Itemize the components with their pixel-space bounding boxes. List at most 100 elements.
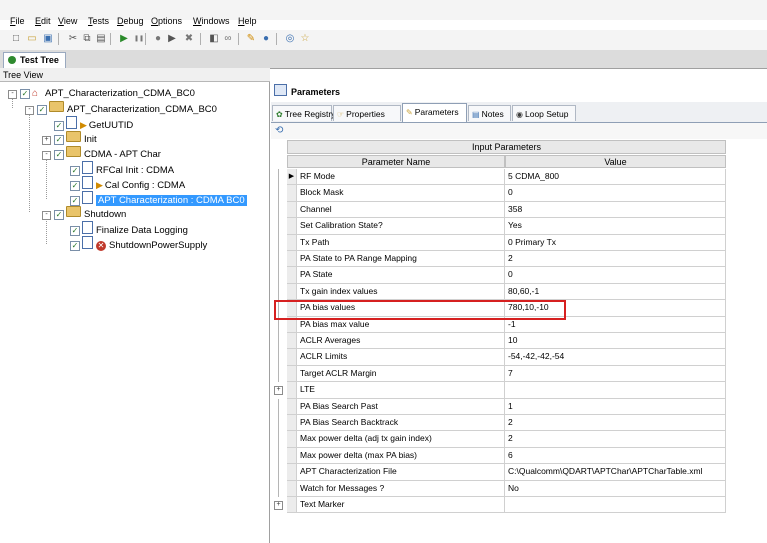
menu-view[interactable]: View (58, 16, 77, 26)
menu-windows[interactable]: Windows (193, 16, 230, 26)
value-cell[interactable]: 6 (505, 447, 726, 465)
tree-checkbox[interactable]: ✓ (37, 105, 47, 115)
menu-options[interactable]: Options (151, 16, 182, 26)
record-icon[interactable]: ● (152, 33, 164, 45)
tree-node[interactable]: - ✓ Shutdown (42, 206, 126, 220)
collapse-icon[interactable]: - (42, 151, 51, 160)
table-row[interactable]: Watch for Messages ? No (271, 480, 726, 497)
about-icon[interactable]: ◎ (284, 33, 296, 45)
value-cell[interactable]: No (505, 480, 726, 497)
expand-icon[interactable]: + (274, 386, 283, 396)
tree-node[interactable]: - ✓ APT_Characterization_CDMA_BC0 (25, 101, 217, 115)
tree-checkbox[interactable]: ✓ (54, 135, 64, 145)
value-cell[interactable]: 2 (505, 415, 726, 432)
link-icon[interactable]: ∞ (222, 33, 234, 45)
tree-checkbox[interactable]: ✓ (20, 89, 30, 99)
collapse-icon[interactable]: - (42, 211, 51, 220)
tree-checkbox[interactable]: ✓ (70, 166, 80, 176)
value-cell[interactable]: 5 CDMA_800 (505, 169, 726, 186)
table-row[interactable]: PA State 0 (271, 267, 726, 284)
tree-checkbox[interactable]: ✓ (70, 226, 80, 236)
cut-icon[interactable]: ✂ (67, 33, 79, 45)
table-row[interactable]: Set Calibration State? Yes (271, 218, 726, 235)
tree-node[interactable]: ✓ Finalize Data Logging (58, 221, 188, 236)
table-row[interactable]: ▶ RF Mode 5 CDMA_800 (271, 169, 726, 186)
value-cell[interactable]: 2 (505, 251, 726, 268)
stop-icon[interactable]: ✖ (183, 33, 195, 45)
table-row[interactable]: Max power delta (max PA bias) 6 (271, 447, 726, 465)
tree-checkbox[interactable]: ✓ (70, 196, 80, 206)
value-cell[interactable]: 358 (505, 201, 726, 219)
tab-parameters[interactable]: ✎ Parameters (402, 103, 467, 122)
step-icon[interactable]: ▶ (166, 33, 178, 45)
tree-node[interactable]: ✓ RFCal Init : CDMA (58, 161, 174, 176)
tree-checkbox[interactable]: ✓ (54, 121, 64, 131)
table-row[interactable]: PA Bias Search Backtrack 2 (271, 415, 726, 432)
tab-test-tree[interactable]: Test Tree (3, 52, 66, 68)
tree-node[interactable]: ✓ ▶ GetUUTID (42, 116, 133, 131)
tab-properties[interactable]: ☞ Properties (333, 105, 401, 121)
menu-file[interactable]: File (10, 16, 25, 26)
tree-checkbox[interactable]: ✓ (70, 241, 80, 251)
table-row[interactable]: ACLR Limits -54,-42,-42,-54 (271, 349, 726, 366)
table-row[interactable]: Tx gain index values 80,60,-1 (271, 283, 726, 301)
menu-tests[interactable]: Tests (88, 16, 109, 26)
table-row[interactable]: + Text Marker (271, 497, 726, 514)
value-cell[interactable]: C:\Qualcomm\QDART\APTChar\APTCharTable.x… (505, 464, 726, 481)
table-row[interactable]: APT Characterization File C:\Qualcomm\QDA… (271, 464, 726, 481)
menu-help[interactable]: Help (238, 16, 257, 26)
save-icon[interactable]: ▣ (42, 33, 54, 45)
value-cell[interactable]: 7 (505, 365, 726, 383)
tree-node[interactable]: ✓ ✕ ShutdownPowerSupply (58, 236, 207, 251)
menu-edit[interactable]: Edit (35, 16, 51, 26)
tree-node[interactable]: ✓ ▶ Cal Config : CDMA (58, 176, 185, 191)
tab-loop-setup[interactable]: ◉ Loop Setup (512, 105, 576, 121)
value-cell[interactable]: 0 (505, 185, 726, 202)
build-icon[interactable]: ✎ (245, 33, 257, 45)
copy-icon[interactable]: ⧉ (81, 33, 93, 45)
table-row[interactable]: Target ACLR Margin 7 (271, 365, 726, 383)
properties-icon[interactable]: ◧ (208, 33, 220, 45)
value-cell[interactable] (505, 497, 726, 514)
value-cell[interactable]: 0 (505, 267, 726, 284)
tree-checkbox[interactable]: ✓ (70, 181, 80, 191)
tree-checkbox[interactable]: ✓ (54, 150, 64, 160)
table-row[interactable]: Max power delta (adj tx gain index) 2 (271, 431, 726, 448)
value-cell[interactable]: 2 (505, 431, 726, 448)
table-row[interactable]: + LTE (271, 382, 726, 399)
table-row[interactable]: Block Mask 0 (271, 185, 726, 202)
tree-node[interactable]: - ✓ CDMA - APT Char (42, 146, 161, 160)
table-row[interactable]: PA State to PA Range Mapping 2 (271, 251, 726, 268)
open-icon[interactable]: ▭ (26, 33, 38, 45)
table-row[interactable]: ACLR Averages 10 (271, 333, 726, 350)
tab-notes[interactable]: ▤ Notes (468, 105, 511, 121)
value-cell[interactable]: 1 (505, 398, 726, 415)
help-icon[interactable]: ● (260, 33, 272, 45)
expand-icon[interactable]: + (42, 136, 51, 145)
paste-icon[interactable]: ▤ (95, 33, 107, 45)
column-header-parameter-name[interactable]: Parameter Name (287, 155, 505, 168)
options-icon[interactable]: ☆ (299, 33, 311, 45)
table-row[interactable]: Tx Path 0 Primary Tx (271, 234, 726, 251)
value-cell[interactable]: -54,-42,-42,-54 (505, 349, 726, 366)
tab-tree-registry[interactable]: ✿ Tree Registry (272, 105, 335, 121)
refresh-icon[interactable]: ⟲ (275, 125, 283, 136)
new-icon[interactable]: □ (10, 33, 22, 45)
collapse-icon[interactable]: - (25, 106, 34, 115)
table-row[interactable]: Channel 358 (271, 201, 726, 219)
tree-node[interactable]: + ✓ Init (42, 131, 97, 145)
pause-icon[interactable]: ❚❚ (133, 33, 145, 45)
value-cell[interactable] (505, 382, 726, 399)
collapse-icon[interactable]: - (8, 90, 17, 99)
value-cell[interactable]: Yes (505, 218, 726, 235)
tree-checkbox[interactable]: ✓ (54, 210, 64, 220)
tree-node[interactable]: ✓ APT Characterization : CDMA BC0 (58, 191, 247, 206)
menu-debug[interactable]: Debug (117, 16, 144, 26)
column-header-value[interactable]: Value (505, 155, 726, 168)
tree-node[interactable]: - ✓ ⌂ APT_Characterization_CDMA_BC0 (8, 87, 195, 101)
value-cell[interactable]: 0 Primary Tx (505, 234, 726, 251)
expand-icon[interactable]: + (274, 501, 283, 510)
run-icon[interactable]: ▶ (118, 33, 130, 45)
value-cell[interactable]: 10 (505, 333, 726, 350)
table-row[interactable]: PA Bias Search Past 1 (271, 398, 726, 415)
